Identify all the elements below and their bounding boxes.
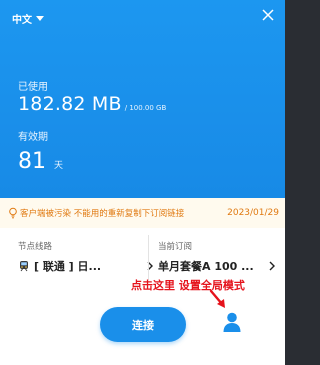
divider	[148, 235, 149, 280]
node-selector[interactable]: [ 联通 ] 日...	[18, 258, 156, 274]
used-total: / 100.00 GB	[124, 104, 167, 112]
validity-value: 81	[18, 149, 46, 174]
close-icon[interactable]	[261, 8, 275, 22]
validity-row: 81 天	[18, 149, 63, 174]
notice-text: 客户端被污染 不能用的重新复制下订阅链接	[20, 209, 185, 219]
usage-panel: 中文 已使用 182.82 MB / 100.00 GB 有效期 81 天	[0, 0, 285, 198]
subscription-label: 当前订阅	[158, 242, 193, 252]
validity-unit: 天	[54, 161, 64, 171]
train-icon	[20, 261, 28, 272]
subscription-selector[interactable]: 单月套餐A 100 ...	[158, 258, 280, 274]
connect-button[interactable]: 连接	[100, 307, 186, 342]
arrow-icon	[209, 289, 225, 308]
used-label: 已使用	[18, 82, 48, 93]
notice-bar: 客户端被污染 不能用的重新复制下订阅链接 2023/01/29	[0, 198, 285, 228]
used-value: 182.82 MB	[18, 93, 122, 115]
subscription-name: 单月套餐A 100 ...	[158, 260, 254, 273]
notice-date: 2023/01/29	[227, 208, 279, 218]
node-name: [ 联通 ] 日...	[34, 260, 102, 273]
language-selector[interactable]: 中文	[12, 11, 44, 26]
lightbulb-icon	[9, 207, 17, 219]
validity-label: 有效期	[18, 132, 48, 143]
user-icon[interactable]	[220, 310, 244, 334]
app-window: 中文 已使用 182.82 MB / 100.00 GB 有效期 81 天 客户…	[0, 0, 285, 365]
used-row: 182.82 MB / 100.00 GB	[18, 93, 166, 115]
node-label: 节点线路	[18, 242, 53, 252]
chevron-down-icon	[36, 16, 44, 21]
language-label: 中文	[12, 15, 32, 26]
chevron-right-icon	[269, 261, 275, 271]
